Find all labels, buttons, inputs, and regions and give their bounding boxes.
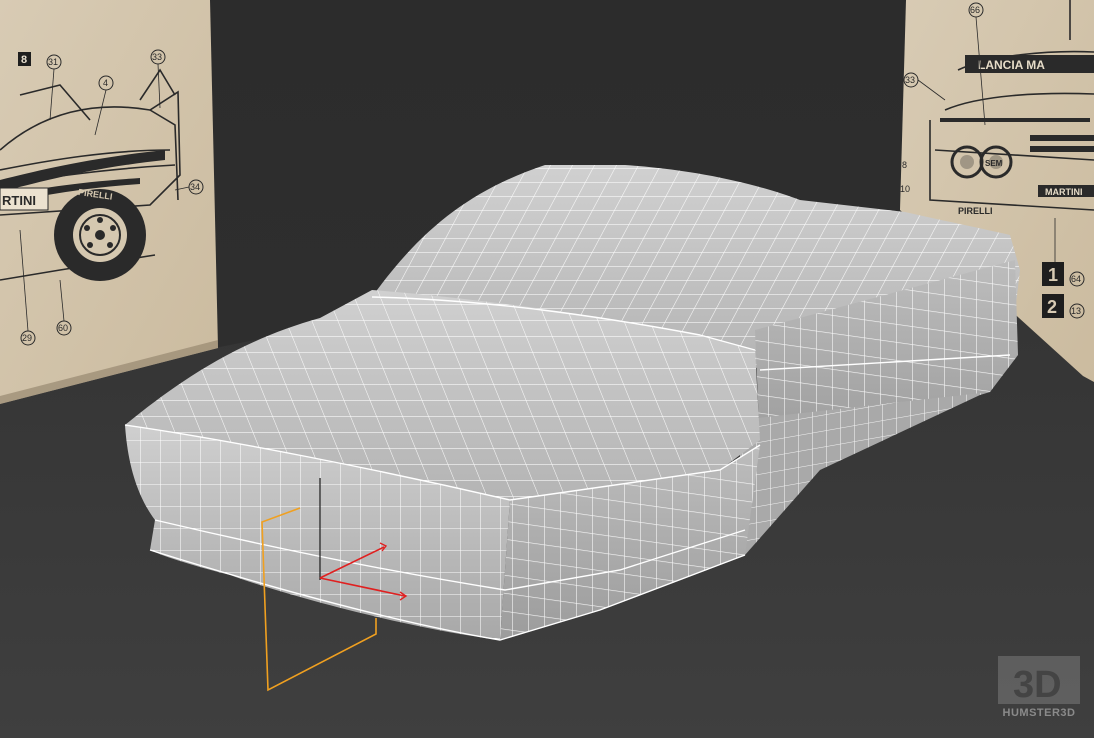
- watermark-logo-text: 3D: [1013, 664, 1062, 706]
- left-label-8: 8: [21, 54, 27, 66]
- left-martini-text: RTINI: [2, 193, 36, 208]
- right-label-33: 33: [905, 75, 915, 85]
- left-label-60: 60: [58, 323, 68, 333]
- right-label-10: 10: [900, 184, 910, 194]
- right-label-66: 66: [970, 5, 980, 15]
- watermark-logo: 3D: [998, 656, 1080, 706]
- left-label-33: 33: [152, 52, 162, 62]
- 3d-viewport[interactable]: RTINI PIRELLI 8 31 4 33 34 29 60 LANCIA …: [0, 0, 1094, 738]
- right-windshield-text: LANCIA MA: [978, 58, 1045, 72]
- right-pirelli-text: PIRELLI: [958, 206, 993, 216]
- svg-text:1: 1: [1048, 265, 1058, 285]
- left-blueprint-wheel: [54, 189, 146, 281]
- right-label-64: 64: [1071, 274, 1081, 284]
- left-label-29: 29: [22, 333, 32, 343]
- right-label-8: 8: [902, 160, 907, 170]
- left-label-4: 4: [103, 78, 108, 88]
- right-label-13: 13: [1071, 306, 1081, 316]
- left-blueprint-board: RTINI PIRELLI 8 31 4 33 34 29 60: [0, 0, 218, 404]
- right-martini-text: MARTINI: [1045, 187, 1083, 197]
- watermark-brand-text: HUMSTER3D: [1002, 707, 1076, 719]
- left-label-34: 34: [190, 182, 200, 192]
- right-sem-text: SEM: [985, 159, 1003, 168]
- scene-canvas[interactable]: RTINI PIRELLI 8 31 4 33 34 29 60 LANCIA …: [0, 0, 1094, 738]
- left-label-31: 31: [48, 57, 58, 67]
- svg-text:2: 2: [1047, 297, 1057, 317]
